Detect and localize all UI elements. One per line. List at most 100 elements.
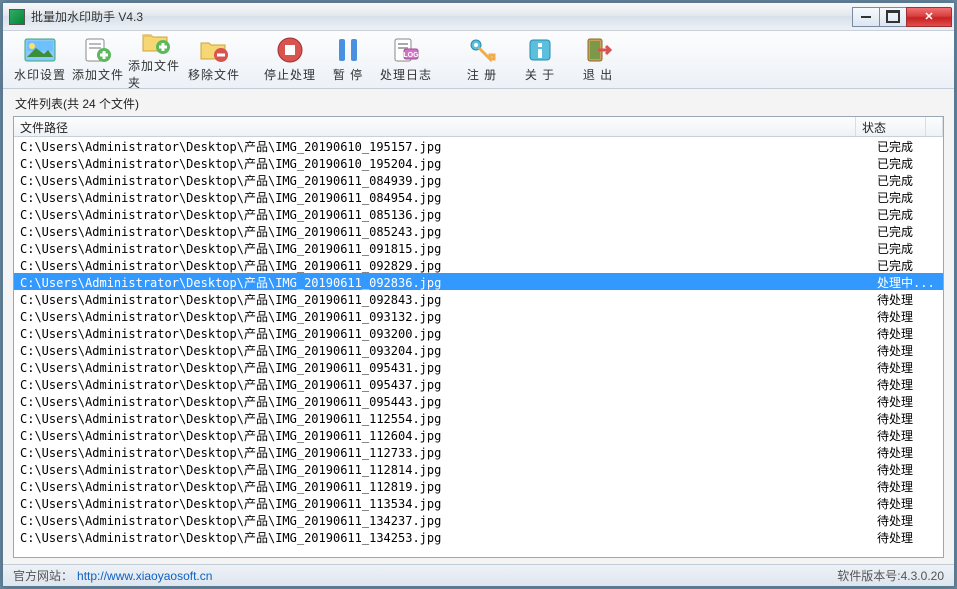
file-path-cell: C:\Users\Administrator\Desktop\产品\IMG_20…	[14, 443, 873, 460]
file-row[interactable]: C:\Users\Administrator\Desktop\产品\IMG_20…	[14, 154, 943, 171]
version-label: 软件版本号:	[837, 569, 900, 583]
about-button[interactable]: 关 于	[511, 34, 569, 86]
maximize-button[interactable]	[879, 7, 907, 27]
about-label: 关 于	[525, 66, 555, 83]
pause-button[interactable]: 暂 停	[319, 34, 377, 86]
file-row[interactable]: C:\Users\Administrator\Desktop\产品\IMG_20…	[14, 477, 943, 494]
file-status-cell: 已完成	[873, 256, 943, 273]
file-status-cell: 待处理	[873, 511, 943, 528]
file-row[interactable]: C:\Users\Administrator\Desktop\产品\IMG_20…	[14, 375, 943, 392]
log-icon: LOG	[390, 36, 422, 64]
file-path-cell: C:\Users\Administrator\Desktop\产品\IMG_20…	[14, 154, 873, 171]
toolbar: 水印设置 添加文件 添加文件夹 移除文件 停止处理	[3, 31, 954, 89]
file-path-cell: C:\Users\Administrator\Desktop\产品\IMG_20…	[14, 307, 873, 324]
file-path-cell: C:\Users\Administrator\Desktop\产品\IMG_20…	[14, 528, 873, 545]
file-row[interactable]: C:\Users\Administrator\Desktop\产品\IMG_20…	[14, 205, 943, 222]
file-path-cell: C:\Users\Administrator\Desktop\产品\IMG_20…	[14, 137, 873, 154]
file-path-cell: C:\Users\Administrator\Desktop\产品\IMG_20…	[14, 341, 873, 358]
file-row[interactable]: C:\Users\Administrator\Desktop\产品\IMG_20…	[14, 239, 943, 256]
key-icon	[466, 36, 498, 64]
file-path-cell: C:\Users\Administrator\Desktop\产品\IMG_20…	[14, 290, 873, 307]
file-path-cell: C:\Users\Administrator\Desktop\产品\IMG_20…	[14, 392, 873, 409]
file-row[interactable]: C:\Users\Administrator\Desktop\产品\IMG_20…	[14, 358, 943, 375]
list-header: 文件路径 状态	[14, 117, 943, 137]
app-window: 批量加水印助手 V4.3 水印设置 添加文件 添加文件夹	[2, 2, 955, 587]
website-link[interactable]: http://www.xiaoyaosoft.cn	[77, 569, 212, 583]
file-path-cell: C:\Users\Administrator\Desktop\产品\IMG_20…	[14, 324, 873, 341]
minimize-button[interactable]	[852, 7, 880, 27]
close-button[interactable]	[906, 7, 952, 27]
file-status-cell: 待处理	[873, 375, 943, 392]
file-row[interactable]: C:\Users\Administrator\Desktop\产品\IMG_20…	[14, 171, 943, 188]
file-path-cell: C:\Users\Administrator\Desktop\产品\IMG_20…	[14, 205, 873, 222]
watermark-settings-button[interactable]: 水印设置	[11, 34, 69, 86]
stop-icon	[274, 36, 306, 64]
file-status-cell: 已完成	[873, 222, 943, 239]
remove-files-label: 移除文件	[188, 66, 240, 83]
file-status-cell: 待处理	[873, 341, 943, 358]
file-row[interactable]: C:\Users\Administrator\Desktop\产品\IMG_20…	[14, 290, 943, 307]
file-list: 文件路径 状态 C:\Users\Administrator\Desktop\产…	[13, 116, 944, 558]
column-header-scrollspace	[926, 117, 943, 136]
register-button[interactable]: 注 册	[453, 34, 511, 86]
file-row[interactable]: C:\Users\Administrator\Desktop\产品\IMG_20…	[14, 511, 943, 528]
file-row[interactable]: C:\Users\Administrator\Desktop\产品\IMG_20…	[14, 392, 943, 409]
file-status-cell: 已完成	[873, 171, 943, 188]
app-icon	[9, 9, 25, 25]
window-title: 批量加水印助手 V4.3	[31, 8, 853, 25]
file-row[interactable]: C:\Users\Administrator\Desktop\产品\IMG_20…	[14, 307, 943, 324]
file-row[interactable]: C:\Users\Administrator\Desktop\产品\IMG_20…	[14, 528, 943, 545]
file-status-cell: 已完成	[873, 205, 943, 222]
file-path-cell: C:\Users\Administrator\Desktop\产品\IMG_20…	[14, 511, 873, 528]
file-path-cell: C:\Users\Administrator\Desktop\产品\IMG_20…	[14, 358, 873, 375]
file-path-cell: C:\Users\Administrator\Desktop\产品\IMG_20…	[14, 171, 873, 188]
file-row[interactable]: C:\Users\Administrator\Desktop\产品\IMG_20…	[14, 494, 943, 511]
file-path-cell: C:\Users\Administrator\Desktop\产品\IMG_20…	[14, 409, 873, 426]
pause-icon	[332, 36, 364, 64]
process-log-button[interactable]: LOG 处理日志	[377, 34, 435, 86]
file-row[interactable]: C:\Users\Administrator\Desktop\产品\IMG_20…	[14, 409, 943, 426]
add-folder-label: 添加文件夹	[128, 57, 184, 91]
remove-files-button[interactable]: 移除文件	[185, 34, 243, 86]
file-status-cell: 已完成	[873, 188, 943, 205]
file-row[interactable]: C:\Users\Administrator\Desktop\产品\IMG_20…	[14, 256, 943, 273]
file-status-cell: 待处理	[873, 409, 943, 426]
file-row[interactable]: C:\Users\Administrator\Desktop\产品\IMG_20…	[14, 273, 943, 290]
file-row[interactable]: C:\Users\Administrator\Desktop\产品\IMG_20…	[14, 222, 943, 239]
exit-icon	[582, 36, 614, 64]
column-header-path[interactable]: 文件路径	[14, 117, 856, 136]
file-status-cell: 待处理	[873, 324, 943, 341]
exit-label: 退 出	[583, 66, 613, 83]
file-path-cell: C:\Users\Administrator\Desktop\产品\IMG_20…	[14, 494, 873, 511]
file-status-cell: 待处理	[873, 494, 943, 511]
file-row[interactable]: C:\Users\Administrator\Desktop\产品\IMG_20…	[14, 137, 943, 154]
statusbar: 官方网站： http://www.xiaoyaosoft.cn 软件版本号:4.…	[3, 564, 954, 586]
process-log-label: 处理日志	[380, 66, 432, 83]
add-folder-button[interactable]: 添加文件夹	[127, 34, 185, 86]
file-row[interactable]: C:\Users\Administrator\Desktop\产品\IMG_20…	[14, 341, 943, 358]
file-row[interactable]: C:\Users\Administrator\Desktop\产品\IMG_20…	[14, 188, 943, 205]
file-row[interactable]: C:\Users\Administrator\Desktop\产品\IMG_20…	[14, 443, 943, 460]
file-status-cell: 待处理	[873, 477, 943, 494]
file-status-cell: 处理中...	[873, 273, 943, 290]
titlebar[interactable]: 批量加水印助手 V4.3	[3, 3, 954, 31]
file-row[interactable]: C:\Users\Administrator\Desktop\产品\IMG_20…	[14, 460, 943, 477]
file-path-cell: C:\Users\Administrator\Desktop\产品\IMG_20…	[14, 239, 873, 256]
content-area: 文件列表(共 24 个文件) 文件路径 状态 C:\Users\Administ…	[3, 89, 954, 564]
file-path-cell: C:\Users\Administrator\Desktop\产品\IMG_20…	[14, 188, 873, 205]
version-info: 软件版本号:4.3.0.20	[837, 567, 944, 584]
stop-process-button[interactable]: 停止处理	[261, 34, 319, 86]
register-label: 注 册	[467, 66, 497, 83]
file-row[interactable]: C:\Users\Administrator\Desktop\产品\IMG_20…	[14, 324, 943, 341]
file-status-cell: 待处理	[873, 443, 943, 460]
exit-button[interactable]: 退 出	[569, 34, 627, 86]
file-row[interactable]: C:\Users\Administrator\Desktop\产品\IMG_20…	[14, 426, 943, 443]
pause-label: 暂 停	[333, 66, 363, 83]
file-status-cell: 待处理	[873, 392, 943, 409]
add-files-button[interactable]: 添加文件	[69, 34, 127, 86]
file-status-cell: 待处理	[873, 460, 943, 477]
list-body[interactable]: C:\Users\Administrator\Desktop\产品\IMG_20…	[14, 137, 943, 557]
file-path-cell: C:\Users\Administrator\Desktop\产品\IMG_20…	[14, 426, 873, 443]
file-list-caption: 文件列表(共 24 个文件)	[13, 93, 944, 116]
column-header-status[interactable]: 状态	[856, 117, 926, 136]
